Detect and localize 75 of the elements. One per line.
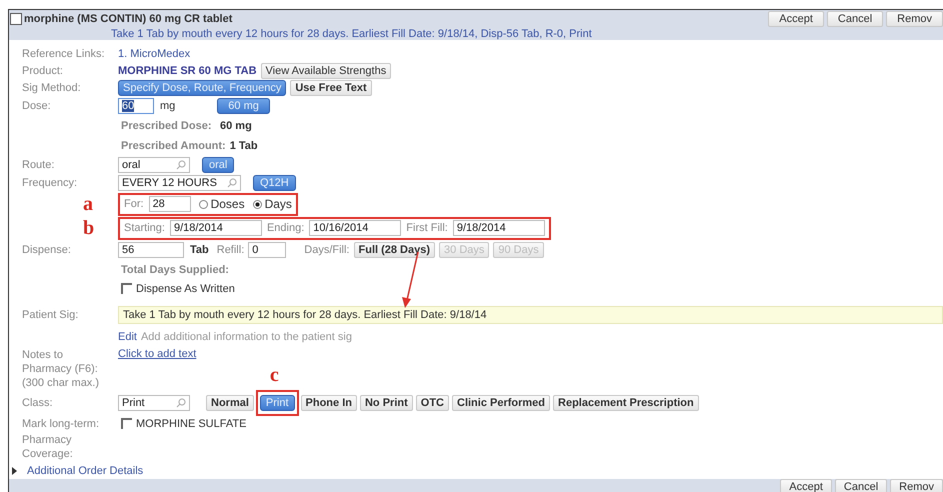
- prescribed-label: Prescribed Amount:: [121, 140, 226, 152]
- add-text-link[interactable]: Click to add text: [118, 348, 196, 360]
- field-label: Reference Links:: [22, 48, 106, 60]
- strengths-button[interactable]: View Available Strengths: [260, 62, 392, 78]
- radio-button[interactable]: [198, 200, 208, 208]
- patient-sig-text: Take 1 Tab by mouth every 12 hours for 28 days. Earliest Fill Date: 9/18/14: [118, 306, 943, 324]
- checkbox-label: Dispense As Written: [136, 282, 235, 294]
- field-label: Days/Fill:: [304, 244, 350, 256]
- footer-button[interactable]: Accept: [780, 479, 832, 492]
- field-label: Product:: [22, 64, 64, 76]
- sig-method-button[interactable]: Use Free Text: [290, 80, 372, 96]
- field-label: Sig Method:: [22, 82, 82, 94]
- class-button[interactable]: No Print: [360, 395, 413, 411]
- checkbox[interactable]: [121, 418, 132, 429]
- class-button[interactable]: Clinic Performed: [452, 395, 550, 411]
- order-title: morphine (MS CONTIN) 60 mg CR tablet: [24, 12, 232, 24]
- class-field[interactable]: Print: [118, 395, 190, 411]
- annotation-letter: c: [270, 365, 279, 385]
- dose-unit: mg: [160, 100, 176, 112]
- field-label: Ending:: [266, 222, 304, 234]
- quantity-field[interactable]: 56: [118, 242, 184, 258]
- date-field[interactable]: 9/18/2014: [170, 220, 262, 236]
- class-button[interactable]: OTC: [416, 395, 449, 411]
- prescribed-value: 1 Tab: [230, 140, 258, 152]
- order-checkbox[interactable]: [10, 12, 22, 24]
- header-button[interactable]: Remov: [886, 10, 943, 26]
- additional-details-link[interactable]: Additional Order Details: [27, 465, 144, 477]
- footer-button[interactable]: Remov: [890, 479, 943, 492]
- checkbox-label: MORPHINE SULFATE: [136, 418, 246, 430]
- field-label: Dispense:: [22, 244, 72, 256]
- search-icon: [176, 160, 186, 170]
- field-label: Dose:: [22, 100, 52, 112]
- field-label: Notes to Pharmacy (F6): (300 char max.): [22, 348, 100, 390]
- search-icon: [227, 178, 237, 188]
- date-field[interactable]: 10/16/2014: [309, 220, 402, 236]
- field-label: Refill:: [216, 244, 244, 256]
- header-button[interactable]: Cancel: [826, 10, 884, 26]
- quantity-unit: Tab: [190, 244, 209, 256]
- days-fill-button[interactable]: Full (28 Days): [354, 242, 436, 258]
- field-label: Mark long-term:: [22, 418, 100, 430]
- checkbox[interactable]: [121, 283, 132, 294]
- date-field[interactable]: 9/18/2014: [452, 220, 545, 236]
- header-button[interactable]: Accept: [768, 10, 824, 26]
- product-name: MORPHINE SR 60 MG TAB: [118, 64, 257, 76]
- duration-field[interactable]: 28: [148, 196, 191, 212]
- radio-label: Days: [264, 197, 292, 211]
- reference-link[interactable]: 1. MicroMedex: [118, 48, 190, 60]
- class-button[interactable]: Normal: [206, 395, 254, 411]
- refill-field[interactable]: 0: [248, 242, 286, 258]
- annotation-letter: b: [83, 217, 94, 239]
- field-label: Class:: [22, 397, 54, 409]
- field-label: Patient Sig:: [22, 309, 80, 321]
- route-field[interactable]: oral: [118, 157, 190, 173]
- class-button[interactable]: Phone In: [300, 395, 357, 411]
- footer-button[interactable]: Cancel: [834, 479, 888, 492]
- search-icon: [176, 398, 186, 408]
- frequency-field[interactable]: EVERY 12 HOURS: [118, 175, 241, 191]
- radio-label: Doses: [210, 197, 245, 211]
- field-label: Starting:: [124, 222, 165, 234]
- annotation-letter: a: [83, 193, 93, 215]
- total-days-label: Total Days Supplied:: [121, 264, 229, 276]
- field-label: Route:: [22, 159, 56, 171]
- field-label: Frequency:: [22, 177, 78, 189]
- prescribed-value: 60 mg: [220, 120, 252, 132]
- field-label: For:: [124, 198, 144, 210]
- annotation-box: [256, 390, 299, 416]
- order-summary: Take 1 Tab by mouth every 12 hours for 28 days. Earliest Fill Date: 9/18/14, Disp-56 Tab, R-0, Print: [110, 28, 593, 40]
- field-label: Pharmacy Coverage:: [22, 433, 74, 461]
- field-label: First Fill:: [406, 222, 448, 234]
- edit-hint: Add additional information to the patient sig: [140, 331, 352, 343]
- dose-field[interactable]: 60: [118, 98, 154, 114]
- class-button[interactable]: Replacement Prescription: [553, 395, 699, 411]
- edit-link[interactable]: Edit: [118, 331, 137, 343]
- radio-button[interactable]: [252, 200, 262, 208]
- prescribed-label: Prescribed Dose:: [121, 120, 212, 132]
